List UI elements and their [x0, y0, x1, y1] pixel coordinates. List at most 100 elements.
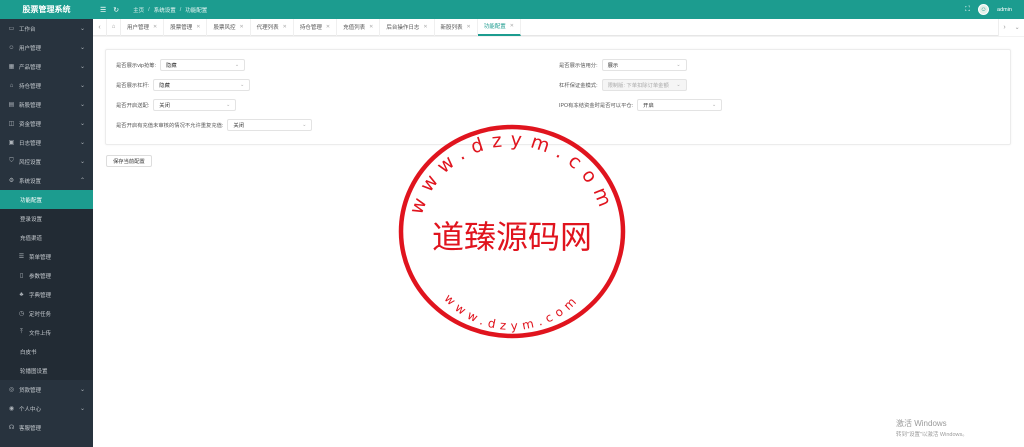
breadcrumb-separator: / [179, 6, 182, 13]
chevron-down-icon: ⌄ [234, 62, 240, 68]
shield-icon: ⛉ [9, 158, 14, 164]
form-row-ipo: IPO有冻结资金时是否可以平仓: 开启 ⌄ [559, 99, 723, 111]
close-icon[interactable]: ✕ [239, 24, 243, 30]
tab-recharges[interactable]: 充值列表 ✕ [337, 18, 381, 36]
fullscreen-icon[interactable]: ⛶ [965, 6, 970, 14]
sidebar-item-loans[interactable]: ◎ 贷款管理 ⌄ [0, 380, 93, 399]
chevron-down-icon: ⌄ [79, 26, 85, 32]
tab-stock-risk[interactable]: 股票风控 ✕ [207, 18, 251, 36]
sidebar-item-users[interactable]: ☺ 用户管理 ⌄ [0, 38, 93, 57]
sidebar-item-label: 持仓管理 [19, 83, 42, 90]
margin-label: 杠杆保证金模式: [559, 83, 598, 89]
credit-select-value: 展示 [607, 63, 619, 69]
sidebar-item-support[interactable]: ☊ 客服管理 [0, 418, 93, 437]
header-right: ⛶ ☺ admin [965, 0, 1012, 19]
sidebar-item-system[interactable]: ⚙ 系统设置 ⌃ [0, 171, 93, 190]
sidebar-item-workbench[interactable]: ▭ 工作台 ⌄ [0, 19, 93, 38]
breadcrumb-system[interactable]: 系统设置 [154, 6, 176, 14]
sidebar-item-label: 资金管理 [19, 121, 42, 128]
close-icon[interactable]: ✕ [196, 24, 200, 30]
save-config-button[interactable]: 保存当前配置 [106, 155, 152, 167]
sidebar-item-label: 字典管理 [29, 292, 52, 299]
sidebar-item-label: 登录设置 [20, 216, 43, 223]
tab-label: 持仓管理 [299, 25, 322, 31]
sidebar-subitem-feature-config[interactable]: 功能配置 [0, 190, 93, 209]
sidebar-item-label: 轮播图设置 [20, 368, 48, 375]
grid-icon: ▦ [8, 64, 15, 70]
monitor-icon: ▭ [8, 26, 15, 32]
sidebar-item-ipo[interactable]: ▤ 新股管理 ⌄ [0, 95, 93, 114]
close-icon[interactable]: ✕ [369, 24, 373, 30]
sidebar-item-label: 菜单管理 [29, 254, 52, 261]
home-tab-icon[interactable]: ⌂ [107, 18, 121, 36]
menu-toggle-icon[interactable]: ☰ [100, 6, 106, 14]
form-row-credit: 是否展示信用分: 展示 ⌄ [559, 59, 687, 71]
refresh-icon[interactable]: ↻ [113, 6, 119, 14]
sidebar-item-funds[interactable]: ◫ 资金管理 ⌄ [0, 114, 93, 133]
recharge-label: 是否开启有充值未审核的情况不允许重复充值: [116, 123, 224, 129]
sidebar-item-label: 用户管理 [19, 45, 42, 52]
sidebar-subitem-login-settings[interactable]: 登录设置 [0, 209, 93, 228]
top-header: ☰ ↻ 主页 / 系统设置 / 功能配置 ⛶ ☺ admin [93, 0, 1024, 19]
user-icon: ☺ [8, 44, 15, 51]
tab-oplog[interactable]: 后台操作日志 ✕ [380, 18, 435, 36]
clock-icon: ◷ [18, 311, 25, 317]
sidebar-subitem-recharge-channel[interactable]: 充值渠道 [0, 228, 93, 247]
close-icon[interactable]: ✕ [510, 23, 514, 29]
tab-label: 股票风控 [213, 25, 236, 31]
sidebar-subitem-menu-management[interactable]: ☰ 菜单管理 [0, 247, 93, 266]
person-icon: ◉ [8, 406, 15, 412]
doc-icon: ▯ [19, 273, 24, 279]
margin-select[interactable]: 限制版: 下单扣除订单金额 ⌄ [601, 79, 687, 91]
sidebar-subitem-whitepaper[interactable]: 白皮书 [0, 342, 93, 361]
leverage-label: 是否展示杠杆: [116, 83, 150, 89]
chevron-down-icon[interactable]: ⌄ [1015, 24, 1020, 31]
tab-feature-config[interactable]: 功能配置 ✕ [477, 18, 521, 36]
tab-users[interactable]: 用户管理 ✕ [121, 18, 165, 36]
close-icon[interactable]: ✕ [467, 24, 471, 30]
allot-select[interactable]: 关闭 ⌄ [153, 99, 237, 111]
sidebar-item-logs[interactable]: ▣ 日志管理 ⌄ [0, 133, 93, 152]
breadcrumb-home[interactable]: 主页 [133, 6, 144, 14]
close-icon[interactable]: ✕ [326, 24, 330, 30]
ipo-label: IPO有冻结资金时是否可以平仓: [559, 103, 634, 109]
windows-activation-title: 激活 Windows [896, 419, 947, 428]
chevron-down-icon: ⌄ [79, 45, 85, 51]
username[interactable]: admin [997, 7, 1012, 13]
tree-icon: ♣ [19, 291, 24, 298]
close-icon[interactable]: ✕ [153, 24, 157, 30]
sidebar-item-label: 文件上传 [29, 330, 52, 337]
tab-positions[interactable]: 持仓管理 ✕ [294, 18, 338, 36]
sidebar-item-products[interactable]: ▦ 产品管理 ⌄ [0, 57, 93, 76]
windows-activation-notice: 激活 Windows 转到"设置"以激活 Windows。 [896, 418, 968, 438]
vip-select[interactable]: 隐藏 ⌄ [160, 59, 246, 71]
tab-ipo-list[interactable]: 新股列表 ✕ [435, 18, 478, 36]
sidebar-subitem-param-management[interactable]: ▯ 参数管理 [0, 266, 93, 285]
avatar[interactable]: ☺ [978, 4, 990, 15]
leverage-select[interactable]: 隐藏 ⌄ [153, 79, 251, 91]
tab-label: 代理列表 [256, 25, 279, 31]
chevron-down-icon: ⌄ [226, 102, 231, 108]
tab-stocks[interactable]: 股票管理 ✕ [164, 18, 208, 36]
stamp-center-text: 道臻源码网 [432, 218, 592, 256]
sidebar-item-positions[interactable]: ⌂ 持仓管理 ⌄ [0, 76, 93, 95]
recharge-select-value: 关闭 [233, 123, 245, 129]
sidebar-item-risk[interactable]: ⛉ 风控设置 ⌄ [0, 152, 93, 171]
tab-label: 新股列表 [440, 25, 463, 31]
sidebar-subitem-scheduled-tasks[interactable]: ◷ 定时任务 [0, 304, 93, 323]
ipo-select[interactable]: 开启 ⌄ [637, 99, 723, 111]
sidebar-subitem-dict-management[interactable]: ♣ 字典管理 [0, 285, 93, 304]
form-row-allot: 是否开启送配: 关闭 ⌄ [116, 99, 237, 111]
tab-scroll-left-icon[interactable]: ‹ [93, 18, 107, 36]
close-icon[interactable]: ✕ [283, 24, 287, 30]
breadcrumb-separator: / [148, 6, 150, 13]
sidebar-subitem-carousel-settings[interactable]: 轮播图设置 [0, 361, 93, 380]
recharge-select[interactable]: 关闭 ⌄ [227, 119, 313, 131]
credit-select[interactable]: 展示 ⌄ [601, 59, 687, 71]
sidebar-subitem-file-upload[interactable]: ⤒ 文件上传 [0, 323, 93, 342]
sidebar-item-profile[interactable]: ◉ 个人中心 ⌄ [0, 399, 93, 418]
tab-agents[interactable]: 代理列表 ✕ [251, 18, 294, 36]
tab-scroll-right-icon[interactable]: › [1003, 24, 1005, 31]
close-icon[interactable]: ✕ [423, 24, 427, 30]
wallet-icon: ◫ [8, 121, 15, 127]
